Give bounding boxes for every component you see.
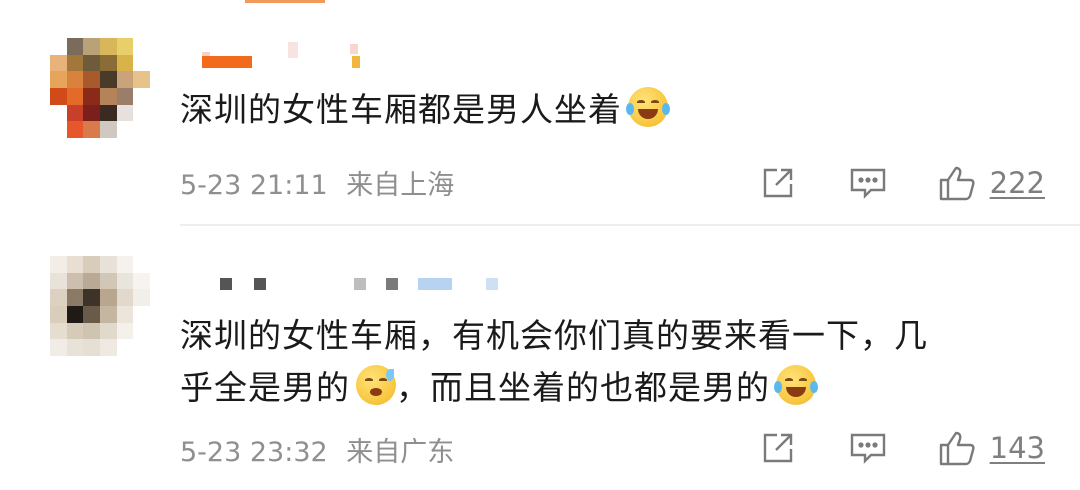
comment-location: 来自广东 — [346, 437, 455, 468]
sleepy-sweat-emoji — [356, 365, 396, 405]
avatar[interactable] — [50, 38, 150, 138]
laughing-tears-emoji — [626, 87, 670, 127]
like-count: 143 — [989, 431, 1045, 465]
crying-laughing-emoji — [774, 365, 818, 405]
comment-text: 深圳的女性车厢都是男人坐着 — [180, 84, 1040, 136]
share-button[interactable] — [758, 163, 798, 203]
reply-button[interactable] — [848, 428, 888, 468]
avatar[interactable] — [50, 256, 150, 356]
reply-button[interactable] — [848, 163, 888, 203]
divider — [180, 224, 1080, 226]
like-count: 222 — [989, 166, 1045, 200]
comment-text-line: 深圳的女性车厢，有机会你们真的要来看一下，几 — [180, 316, 928, 355]
comment-item: 深圳的女性车厢都是男人坐着 5-23 21:11 来自上海 222 — [0, 0, 1080, 226]
share-icon — [763, 433, 792, 463]
thumbs-up-icon — [939, 166, 975, 201]
comment-icon — [850, 168, 885, 199]
comment-text: 深圳的女性车厢，有机会你们真的要来看一下，几 乎全是男的 ，而且坐着的也都是男的 — [180, 310, 1040, 414]
comment-meta: 5-23 21:11 来自上海 — [180, 163, 464, 202]
like-button[interactable]: 222 — [938, 163, 1045, 203]
thumbs-up-icon — [939, 431, 975, 466]
comment-icon — [850, 433, 885, 464]
comment-date: 5-23 21:11 — [180, 170, 328, 201]
like-button[interactable]: 143 — [938, 428, 1045, 468]
comment-actions: 143 — [758, 428, 1045, 468]
share-icon — [763, 168, 792, 198]
comment-date: 5-23 23:32 — [180, 437, 328, 468]
comment-item: 深圳的女性车厢，有机会你们真的要来看一下，几 乎全是男的 ，而且坐着的也都是男的 … — [0, 228, 1080, 490]
comment-location: 来自上海 — [346, 170, 455, 201]
comment-text-line: 乎全是男的 ，而且坐着的也都是男的 — [180, 362, 1040, 414]
comment-actions: 222 — [758, 163, 1045, 203]
share-button[interactable] — [758, 428, 798, 468]
comment-meta: 5-23 23:32 来自广东 — [180, 430, 464, 469]
